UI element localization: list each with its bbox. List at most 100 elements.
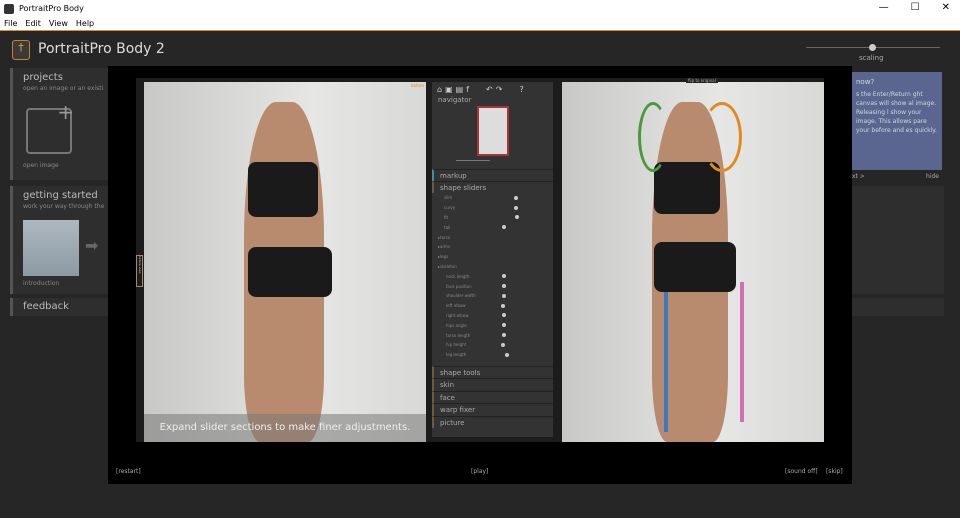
tutorial-caption: Expand slider sections to make finer adj…	[144, 414, 426, 442]
home-icon[interactable]: ⌂	[437, 85, 442, 94]
scaling-label: scaling	[859, 54, 884, 62]
slider-label: right elbow	[446, 312, 469, 318]
skeleton-slider[interactable]: face position	[432, 281, 553, 291]
slider-handle[interactable]	[500, 303, 505, 308]
after-photo: flip to original	[562, 78, 824, 442]
skeleton-slider[interactable]: left elbow	[432, 301, 553, 311]
slider-label: torso length	[446, 332, 471, 338]
app-header: † PortraitPro Body 2 scaling	[0, 31, 960, 67]
menu-help[interactable]: Help	[76, 19, 94, 28]
window-titlebar: PortraitPro Body — ☐ ✕	[0, 0, 960, 17]
markup-leg-left[interactable]	[664, 292, 668, 432]
shape-sliders-list: slim curvy fit tall	[432, 193, 553, 232]
flip-to-original-label[interactable]: flip to original	[686, 78, 718, 83]
before-view-tab[interactable]: before view	[136, 255, 143, 287]
slider-handle[interactable]	[514, 195, 518, 200]
section-shape-tools[interactable]: shape tools	[432, 365, 553, 379]
menu-view[interactable]: View	[49, 19, 68, 28]
app-title: PortraitPro Body 2	[38, 41, 165, 57]
shape-slider[interactable]: curvy	[432, 203, 553, 213]
slider-label: face position	[446, 283, 472, 289]
play-button[interactable]: [play]	[471, 468, 488, 475]
save-icon[interactable]: ▤	[456, 85, 464, 94]
right-card-2	[852, 298, 944, 316]
slider-handle[interactable]	[500, 342, 505, 347]
tip-hide-link[interactable]: hide	[926, 173, 939, 180]
zoom-slider[interactable]	[456, 160, 490, 161]
redo-icon[interactable]: ↷	[496, 85, 503, 94]
introduction-thumbnail[interactable]	[23, 220, 79, 276]
introduction-label: introduction	[23, 280, 60, 287]
markup-arm-left[interactable]	[638, 102, 668, 172]
markup-arm-right[interactable]	[702, 102, 742, 172]
markup-section[interactable]: markup	[432, 169, 553, 181]
section-skin[interactable]: skin	[432, 378, 553, 391]
slider-label: slim	[444, 195, 453, 201]
slider-label: hip height	[446, 342, 467, 348]
section-warp-fixer[interactable]: warp fixer	[432, 403, 553, 416]
getting-started-subtitle: work your way through the	[23, 203, 105, 210]
skeleton-slider[interactable]: hips angle	[432, 320, 553, 330]
garment-top	[248, 162, 318, 217]
sound-toggle[interactable]: [sound off]	[785, 468, 818, 475]
garment-bottom-after	[654, 242, 736, 292]
minimize-button[interactable]: —	[879, 2, 889, 13]
shape-slider[interactable]: slim	[432, 193, 553, 203]
feedback-card[interactable]: feedback	[10, 298, 120, 316]
help-icon[interactable]: ?	[519, 85, 523, 94]
slider-handle[interactable]	[505, 352, 509, 357]
navigator-thumbnail[interactable]	[476, 106, 509, 156]
shape-slider[interactable]: tall	[432, 222, 553, 232]
skeleton-slider[interactable]: hip height	[432, 340, 553, 350]
slider-label: fit	[444, 214, 449, 220]
slider-handle[interactable]	[502, 313, 506, 318]
shape-sliders-section[interactable]: shape sliders	[432, 181, 553, 193]
facebook-icon[interactable]: f	[466, 85, 469, 94]
menu-file[interactable]: File	[4, 19, 17, 28]
slider-label: curvy	[444, 205, 456, 211]
menu-edit[interactable]: Edit	[25, 19, 41, 28]
tip-next-link[interactable]: xt >	[852, 173, 865, 180]
group-label: skeleton	[440, 263, 457, 269]
feedback-title: feedback	[23, 301, 69, 312]
garment-top-after	[654, 162, 720, 214]
skeleton-slider[interactable]: torso length	[432, 330, 553, 340]
skeleton-slider[interactable]: neck length	[432, 271, 553, 281]
group-label: legs	[440, 254, 449, 260]
group-label: torso	[440, 234, 451, 240]
slider-handle[interactable]	[502, 293, 506, 298]
scaling-slider-handle[interactable]	[869, 44, 876, 51]
group-legs[interactable]: ▸ legs	[432, 252, 553, 262]
projects-subtitle: open an image or an existi	[23, 85, 104, 92]
skip-button[interactable]: [skip]	[826, 468, 843, 475]
skeleton-slider[interactable]: leg length	[432, 350, 553, 360]
slider-handle[interactable]	[502, 323, 506, 328]
close-button[interactable]: ✕	[942, 2, 950, 13]
app-icon	[4, 3, 14, 14]
shape-sliders-title: shape sliders	[440, 184, 487, 192]
group-arms[interactable]: ▸ arms	[432, 242, 553, 252]
slider-handle[interactable]	[514, 205, 518, 210]
restart-button[interactable]: [restart]	[116, 468, 141, 475]
shape-slider[interactable]: fit	[432, 213, 553, 223]
tip-body: s the Enter/Return ght canvas will show …	[856, 91, 937, 134]
undo-icon[interactable]: ↶	[486, 85, 493, 94]
tip-title: now?	[856, 78, 875, 86]
group-skeleton[interactable]: ▸ skeleton	[432, 262, 553, 272]
open-image-button[interactable]: +	[26, 100, 74, 154]
slider-handle[interactable]	[502, 333, 506, 338]
section-face[interactable]: face	[432, 390, 553, 404]
maximize-button[interactable]: ☐	[911, 2, 920, 13]
slider-handle[interactable]	[515, 215, 520, 220]
skeleton-slider[interactable]: right elbow	[432, 311, 553, 321]
open-icon[interactable]: ▣	[445, 85, 453, 94]
skeleton-slider[interactable]: shoulder width	[432, 291, 553, 301]
section-picture[interactable]: picture	[432, 415, 553, 429]
slider-handle[interactable]	[502, 225, 506, 230]
slider-label: left elbow	[446, 303, 466, 309]
slider-handle[interactable]	[502, 284, 506, 289]
slider-groups: ▸ torso ▸ arms ▸ legs ▸ skeleton	[432, 232, 553, 271]
group-torso[interactable]: ▸ torso	[432, 232, 553, 242]
slider-handle[interactable]	[502, 274, 506, 279]
markup-leg-right[interactable]	[740, 282, 744, 422]
